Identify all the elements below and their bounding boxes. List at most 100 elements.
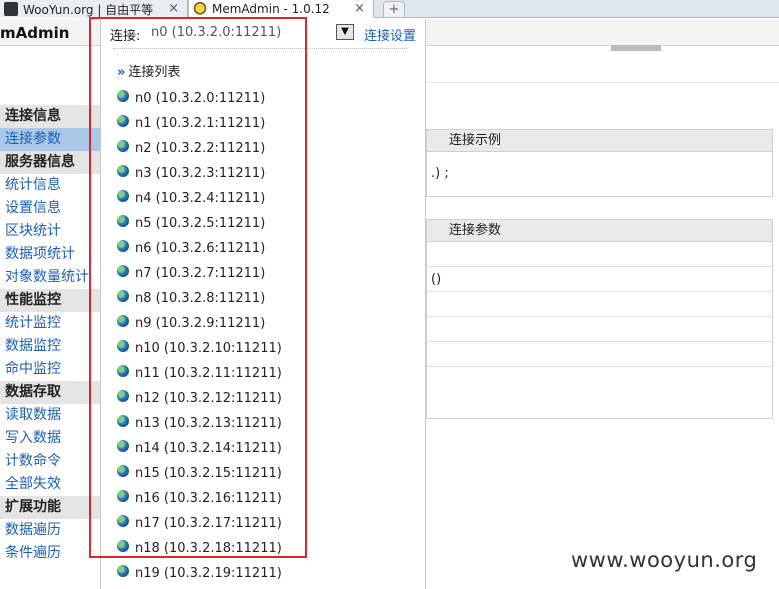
connection-item[interactable]: n12 (10.3.2.12:11211) bbox=[117, 386, 282, 411]
connection-item-label: n4 (10.3.2.4:11211) bbox=[135, 191, 266, 206]
connection-item-label: n5 (10.3.2.5:11211) bbox=[135, 216, 266, 231]
sidebar-nav: 连接信息 连接参数 服务器信息 统计信息 设置信息 区块统计 数据项统计 对象数量统计 性能监控… bbox=[0, 105, 100, 565]
connection-item[interactable]: n18 (10.3.2.18:11211) bbox=[117, 536, 282, 561]
connection-item[interactable]: n14 (10.3.2.14:11211) bbox=[117, 436, 282, 461]
connection-item-label: n17 (10.3.2.17:11211) bbox=[135, 516, 282, 531]
globe-icon bbox=[117, 189, 129, 202]
connection-label: 连接: bbox=[110, 29, 141, 44]
connection-item[interactable]: n11 (10.3.2.11:11211) bbox=[117, 361, 282, 386]
connection-item-label: n19 (10.3.2.19:11211) bbox=[135, 566, 282, 581]
connection-item[interactable]: n1 (10.3.2.1:11211) bbox=[117, 111, 282, 136]
sidebar-section-header: 性能监控 bbox=[0, 289, 100, 312]
browser-tab-memadmin[interactable]: MemAdmin - 1.0.12 × bbox=[188, 0, 374, 18]
param-row bbox=[427, 367, 772, 392]
sidebar-item[interactable]: 数据项统计 bbox=[0, 243, 100, 266]
sidebar-section-header: 扩展功能 bbox=[0, 496, 100, 519]
connection-settings-link[interactable]: 连接设置 bbox=[364, 25, 416, 44]
connection-item-label: n16 (10.3.2.16:11211) bbox=[135, 491, 282, 506]
connection-item-label: n3 (10.3.2.3:11211) bbox=[135, 166, 266, 181]
globe-icon bbox=[117, 289, 129, 302]
param-row bbox=[427, 342, 772, 367]
param-row bbox=[427, 242, 772, 267]
connection-item-label: n15 (10.3.2.15:11211) bbox=[135, 466, 282, 481]
connection-item-label: n14 (10.3.2.14:11211) bbox=[135, 441, 282, 456]
sidebar-item[interactable]: 数据遍历 bbox=[0, 519, 100, 542]
connection-item-label: n9 (10.3.2.9:11211) bbox=[135, 316, 266, 331]
sidebar-item[interactable]: 计数命令 bbox=[0, 450, 100, 473]
watermark: www.wooyun.org bbox=[571, 548, 758, 572]
connection-selected-value[interactable]: n0 (10.3.2.0:11211) bbox=[151, 25, 281, 40]
sidebar-section-header: 服务器信息 bbox=[0, 151, 100, 174]
connection-item-label: n0 (10.3.2.0:11211) bbox=[135, 91, 266, 106]
globe-icon bbox=[117, 314, 129, 327]
globe-icon bbox=[117, 339, 129, 352]
example-code: .) ; bbox=[431, 166, 449, 181]
globe-icon bbox=[117, 239, 129, 252]
browser-tab-wooyun[interactable]: WooYun.org | 自由平等 × bbox=[0, 0, 188, 18]
connection-item-label: n6 (10.3.2.6:11211) bbox=[135, 241, 266, 256]
connection-item-label: n8 (10.3.2.8:11211) bbox=[135, 291, 266, 306]
tab-close-icon[interactable]: × bbox=[168, 1, 179, 16]
sidebar-item[interactable]: 写入数据 bbox=[0, 427, 100, 450]
connection-item[interactable]: n9 (10.3.2.9:11211) bbox=[117, 311, 282, 336]
globe-icon bbox=[117, 364, 129, 377]
tab-close-icon[interactable]: × bbox=[354, 1, 365, 16]
connection-item-label: n12 (10.3.2.12:11211) bbox=[135, 391, 282, 406]
globe-icon bbox=[117, 464, 129, 477]
connection-item[interactable]: n0 (10.3.2.0:11211) bbox=[117, 86, 282, 111]
globe-icon bbox=[117, 539, 129, 552]
connection-item-label: n1 (10.3.2.1:11211) bbox=[135, 116, 266, 131]
globe-icon bbox=[117, 514, 129, 527]
connection-item[interactable]: n6 (10.3.2.6:11211) bbox=[117, 236, 282, 261]
globe-icon bbox=[117, 139, 129, 152]
new-tab-button[interactable]: + bbox=[383, 1, 405, 17]
connection-item-label: n18 (10.3.2.18:11211) bbox=[135, 541, 282, 556]
connection-selector[interactable]: 连接: n0 (10.3.2.0:11211) ▼ 连接设置 bbox=[101, 19, 427, 46]
dropdown-arrow-icon[interactable]: ▼ bbox=[336, 24, 354, 40]
sidebar-section-header: 连接信息 bbox=[0, 105, 100, 128]
sidebar-item[interactable]: 读取数据 bbox=[0, 404, 100, 427]
panel-title: 连接参数 bbox=[427, 220, 772, 242]
connection-item[interactable]: n7 (10.3.2.7:11211) bbox=[117, 261, 282, 286]
horizontal-scrollbar-thumb[interactable] bbox=[611, 45, 661, 51]
globe-icon bbox=[117, 389, 129, 402]
sidebar-item[interactable]: 统计监控 bbox=[0, 312, 100, 335]
connection-item[interactable]: n19 (10.3.2.19:11211) bbox=[117, 561, 282, 586]
connection-dropdown: 连接: n0 (10.3.2.0:11211) ▼ 连接设置 » 连接列表 n0 … bbox=[100, 19, 426, 589]
globe-icon bbox=[117, 264, 129, 277]
param-row bbox=[427, 317, 772, 342]
sidebar-item[interactable]: 区块统计 bbox=[0, 220, 100, 243]
connection-item[interactable]: n4 (10.3.2.4:11211) bbox=[117, 186, 282, 211]
app-title: mAdmin bbox=[0, 24, 70, 42]
sidebar-item[interactable]: 命中监控 bbox=[0, 358, 100, 381]
sidebar-item[interactable]: 条件遍历 bbox=[0, 542, 100, 565]
param-row bbox=[427, 292, 772, 317]
panel-title: 连接示例 bbox=[427, 130, 772, 152]
browser-tab-bar: WooYun.org | 自由平等 × MemAdmin - 1.0.12 × … bbox=[0, 0, 779, 18]
sidebar-item[interactable]: 连接参数 bbox=[0, 128, 100, 151]
globe-icon bbox=[117, 564, 129, 577]
connection-item[interactable]: n17 (10.3.2.17:11211) bbox=[117, 511, 282, 536]
connection-item[interactable]: n10 (10.3.2.10:11211) bbox=[117, 336, 282, 361]
memadmin-favicon-icon bbox=[193, 2, 207, 16]
sidebar-item[interactable]: 对象数量统计 bbox=[0, 266, 100, 289]
sidebar-item[interactable]: 全部失效 bbox=[0, 473, 100, 496]
sidebar-item[interactable]: 统计信息 bbox=[0, 174, 100, 197]
connection-item[interactable]: n2 (10.3.2.2:11211) bbox=[117, 136, 282, 161]
globe-icon bbox=[117, 214, 129, 227]
globe-icon bbox=[117, 114, 129, 127]
connection-list-title: » 连接列表 bbox=[117, 61, 180, 80]
connection-item[interactable]: n3 (10.3.2.3:11211) bbox=[117, 161, 282, 186]
connection-item[interactable]: n16 (10.3.2.16:11211) bbox=[117, 486, 282, 511]
sidebar-item[interactable]: 数据监控 bbox=[0, 335, 100, 358]
dropdown-divider bbox=[113, 48, 407, 49]
sidebar-item[interactable]: 设置信息 bbox=[0, 197, 100, 220]
sidebar-section-header: 数据存取 bbox=[0, 381, 100, 404]
connection-example-panel: 连接示例 .) ; bbox=[426, 129, 773, 197]
connection-item[interactable]: n13 (10.3.2.13:11211) bbox=[117, 411, 282, 436]
param-row: () bbox=[427, 267, 772, 292]
connection-item[interactable]: n5 (10.3.2.5:11211) bbox=[117, 211, 282, 236]
connection-item[interactable]: n8 (10.3.2.8:11211) bbox=[117, 286, 282, 311]
connection-item[interactable]: n15 (10.3.2.15:11211) bbox=[117, 461, 282, 486]
globe-icon bbox=[117, 489, 129, 502]
